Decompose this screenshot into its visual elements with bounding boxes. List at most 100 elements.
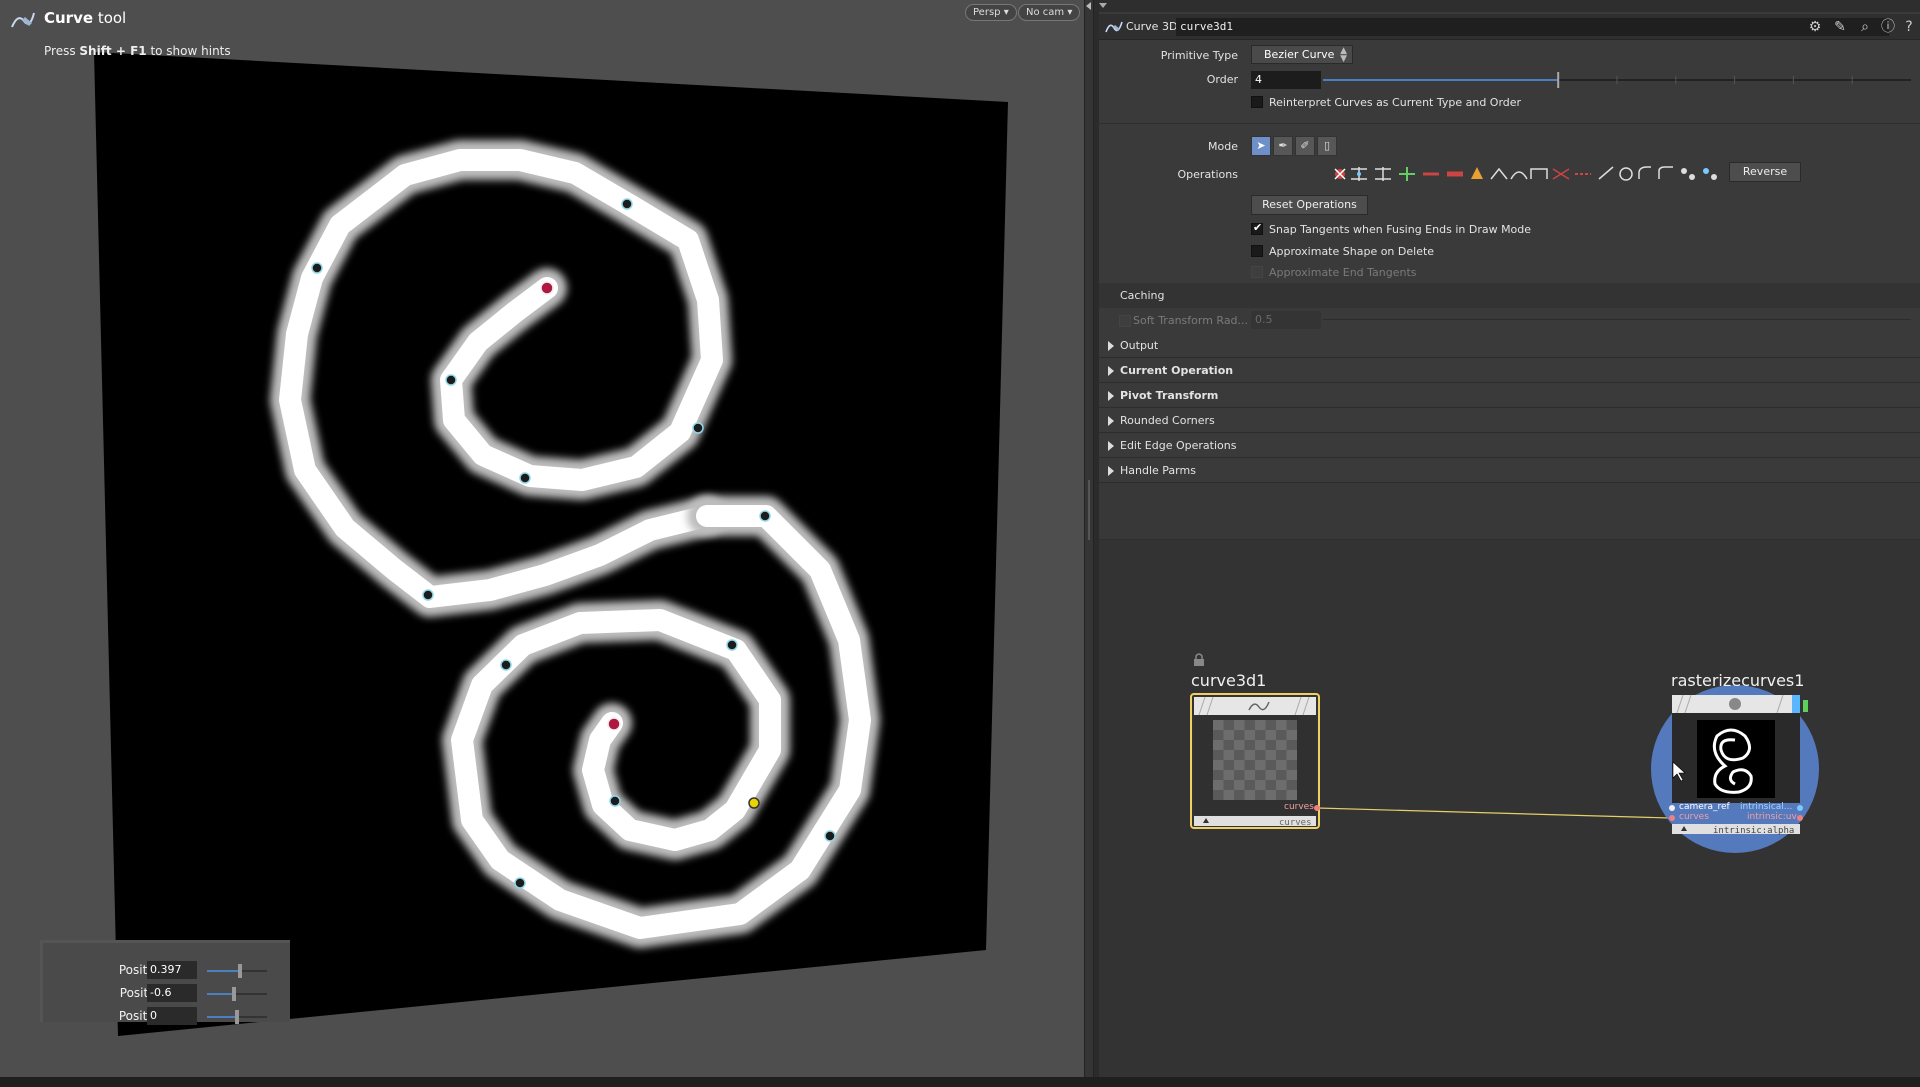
primitive-type-label: Primitive Type	[1160, 49, 1238, 62]
node-type-label: Curve 3D	[1126, 20, 1178, 33]
primitive-type-dropdown[interactable]: Bezier Curve ▲ ▼	[1251, 45, 1353, 64]
snap-tangents-checkbox[interactable]	[1251, 221, 1263, 235]
search-icon[interactable]: ⌕	[1856, 18, 1874, 36]
node-footer-label: curves	[1279, 818, 1312, 828]
perspective-menu-button[interactable]: Persp ▾	[965, 4, 1017, 21]
network-canvas	[1190, 653, 1819, 853]
control-point	[759, 510, 771, 522]
position-x-row: Position (X) 0.397	[43, 961, 293, 981]
position-z-field[interactable]: 0	[147, 1007, 197, 1025]
freehand-mode-button[interactable]: ✐	[1295, 136, 1315, 156]
parameter-header: Curve 3D curve3d1 ⚙ ✎ ⌕ ⓘ ?	[1099, 14, 1920, 40]
reverse-button[interactable]: Reverse	[1729, 162, 1801, 182]
info-icon[interactable]: ⓘ	[1879, 18, 1897, 36]
position-z-row: Position (Z) 0	[43, 1007, 293, 1027]
divider	[1099, 123, 1920, 124]
approx-tangents-checkbox[interactable]	[1251, 266, 1263, 278]
line-icon	[1598, 166, 1614, 180]
folder-pivot-transform[interactable]: Pivot Transform	[1099, 383, 1920, 408]
position-y-row: Position (Y) -0.6	[43, 984, 293, 1004]
insert-point-icon	[1351, 167, 1367, 181]
viewport-canvas[interactable]	[0, 0, 1084, 1077]
gear-icon[interactable]: ⚙	[1806, 18, 1824, 36]
caching-section[interactable]: Caching	[1099, 283, 1920, 308]
output-port-label: intrinsical...	[1740, 802, 1793, 812]
position-y-slider[interactable]	[207, 987, 267, 1001]
folder-output[interactable]: Output	[1099, 333, 1920, 358]
order-field[interactable]: 4	[1251, 71, 1321, 89]
position-y-field[interactable]: -0.6	[147, 984, 197, 1002]
brush-icon[interactable]: ✎	[1831, 18, 1849, 36]
scene-viewport[interactable]: Curve tool Press Shift + F1 to show hint…	[0, 0, 1084, 1077]
status-bar	[0, 1077, 1920, 1087]
folder-current-operation[interactable]: Current Operation	[1099, 358, 1920, 383]
square-corner-icon	[1530, 168, 1548, 179]
operations-label: Operations	[1177, 168, 1238, 181]
parameter-editor: Curve 3D curve3d1 ⚙ ✎ ⌕ ⓘ ? Primitive Ty…	[1099, 0, 1920, 540]
collapse-arrow-icon[interactable]	[1086, 2, 1091, 10]
houdini-window: Curve tool Press Shift + F1 to show hint…	[0, 0, 1920, 1087]
selected-control-point	[748, 797, 760, 809]
approx-shape-label: Approximate Shape on Delete	[1269, 245, 1435, 258]
position-handle-panel: Position (X) 0.397 Position (Y) -0.6 Pos…	[40, 940, 293, 1025]
control-point	[824, 830, 836, 842]
output-port-label: intrinsic:uv	[1747, 812, 1797, 822]
control-point	[311, 262, 323, 274]
curve-tool-icon	[11, 12, 35, 28]
select-mode-button[interactable]: ➤	[1251, 136, 1271, 156]
order-slider[interactable]	[1323, 72, 1911, 88]
circle-icon	[1619, 167, 1633, 181]
approx-shape-checkbox[interactable]	[1251, 245, 1263, 257]
caret-down-icon: ▾	[1067, 7, 1073, 18]
lock-icon[interactable]	[1194, 653, 1204, 666]
control-point	[692, 422, 704, 434]
folder-edit-edge-operations[interactable]: Edit Edge Operations	[1099, 433, 1920, 458]
camera-menu-button[interactable]: No cam ▾	[1018, 4, 1081, 21]
join-icon	[1681, 168, 1695, 180]
soft-transform-slider[interactable]	[1323, 319, 1911, 320]
pane-tab-strip	[1099, 0, 1920, 12]
draw-mode-button[interactable]: ✒	[1273, 136, 1293, 156]
curve-start-point	[540, 281, 554, 295]
tool-hint: Press Shift + F1 to show hints	[44, 44, 231, 58]
caret-down-icon: ▾	[1003, 7, 1009, 18]
node-name-label[interactable]: rasterizecurves1	[1671, 671, 1804, 690]
curve-end-point	[607, 717, 621, 731]
approx-tangents-label: Approximate End Tangents	[1269, 266, 1417, 279]
erase-mode-button[interactable]: ▯	[1317, 136, 1337, 156]
network-editor[interactable]: curve3d1 rasterizecurves1 curves curves …	[1099, 540, 1920, 1077]
mode-label: Mode	[1208, 140, 1238, 153]
pane-menu-arrow-icon[interactable]	[1099, 3, 1107, 8]
control-point	[519, 472, 531, 484]
soft-transform-checkbox[interactable]	[1119, 315, 1131, 327]
reinterpret-label: Reinterpret Curves as Current Type and O…	[1269, 96, 1522, 109]
node-connection-wire	[1316, 807, 1671, 819]
position-z-slider[interactable]	[207, 1010, 267, 1024]
reset-operations-button[interactable]: Reset Operations	[1251, 195, 1368, 215]
control-point	[609, 795, 621, 807]
control-point	[726, 639, 738, 651]
soft-transform-field[interactable]: 0.5	[1251, 311, 1321, 329]
reinterpret-checkbox[interactable]	[1251, 96, 1263, 108]
corner-icon	[1490, 167, 1508, 180]
control-point	[422, 589, 434, 601]
control-point	[514, 877, 526, 889]
control-point	[500, 659, 512, 671]
node-footer-label: intrinsic:alpha	[1713, 826, 1795, 836]
node-name-field[interactable]: curve3d1	[1176, 18, 1889, 36]
delete-points-icon	[1334, 168, 1346, 180]
split-icon	[1375, 167, 1391, 181]
position-x-slider[interactable]	[207, 964, 267, 978]
folder-rounded-corners[interactable]: Rounded Corners	[1099, 408, 1920, 433]
curve-node-icon	[1105, 21, 1123, 33]
tool-title: Curve tool	[44, 9, 127, 27]
help-icon[interactable]: ?	[1900, 18, 1918, 36]
output-port-label: curves	[1284, 802, 1314, 812]
splitter-grip[interactable]	[1088, 480, 1090, 540]
add-point-icon	[1399, 167, 1415, 181]
node-name-label[interactable]: curve3d1	[1191, 671, 1266, 690]
arc-icon	[1510, 171, 1528, 180]
position-x-field[interactable]: 0.397	[147, 961, 197, 979]
folder-handle-parms[interactable]: Handle Parms	[1099, 458, 1920, 483]
soft-transform-label: Soft Transform Rad...	[1133, 314, 1249, 327]
